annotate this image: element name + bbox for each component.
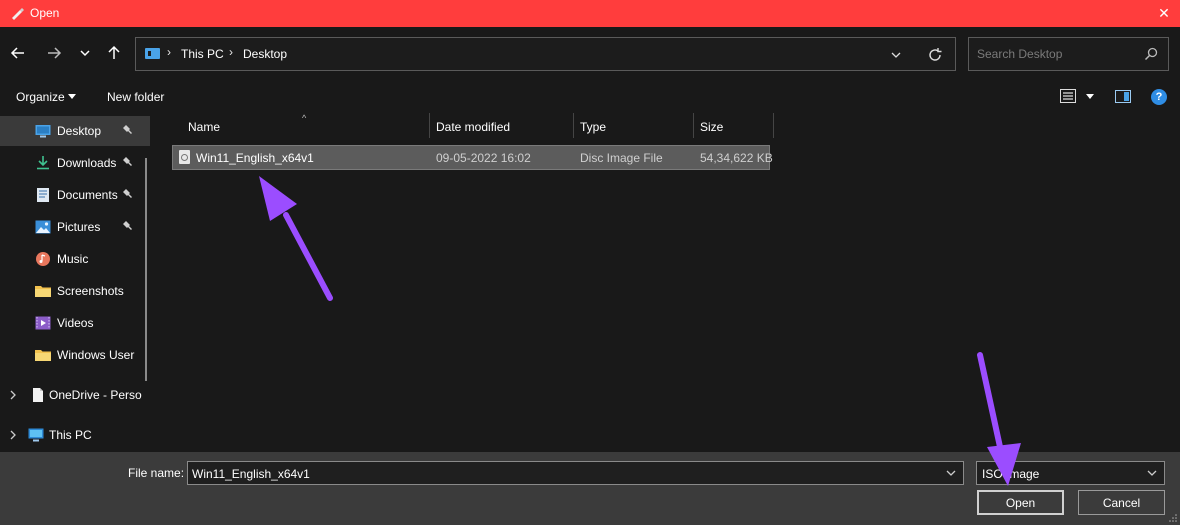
chevron-down-icon: [80, 50, 90, 57]
file-row[interactable]: Win11_English_x64v1 09-05-2022 16:02 Dis…: [172, 145, 773, 170]
sidebar-item-downloads[interactable]: Downloads: [0, 148, 150, 178]
document-icon: [37, 188, 49, 202]
back-button[interactable]: [6, 41, 30, 65]
cancel-button[interactable]: Cancel: [1078, 490, 1165, 515]
onedrive-icon: [33, 388, 43, 402]
sidebar-item-windows-user[interactable]: Windows User: [0, 340, 150, 370]
window-title: Open: [30, 6, 60, 20]
column-header-type[interactable]: Type: [580, 120, 606, 134]
search-box[interactable]: [968, 37, 1169, 71]
caret-down-icon[interactable]: [1086, 94, 1094, 99]
open-button[interactable]: Open: [977, 490, 1064, 515]
organize-button[interactable]: Organize: [16, 90, 65, 104]
chevron-down-icon[interactable]: [888, 47, 904, 63]
sidebar-item-label: Downloads: [57, 156, 117, 170]
pin-icon[interactable]: [122, 124, 134, 136]
chevron-down-icon: [1147, 470, 1157, 476]
sidebar-item-screenshots[interactable]: Screenshots: [0, 276, 150, 306]
app-icon: [12, 8, 24, 20]
file-size: 54,34,622 KB: [700, 151, 773, 165]
sidebar-item-pictures[interactable]: Pictures: [0, 212, 150, 242]
video-icon: [35, 316, 51, 330]
arrow-right-icon: [48, 47, 62, 59]
column-divider[interactable]: [573, 113, 574, 138]
file-type: Disc Image File: [580, 151, 663, 165]
file-type-select[interactable]: ISO Image: [976, 461, 1165, 485]
sidebar-item-this-pc[interactable]: This PC: [0, 420, 150, 450]
forward-button[interactable]: [42, 41, 66, 65]
search-input[interactable]: [969, 38, 1139, 70]
sort-ascending-icon: ^: [302, 113, 307, 123]
new-folder-button[interactable]: New folder: [107, 90, 164, 104]
sidebar-scrollbar[interactable]: [145, 158, 147, 381]
column-divider[interactable]: [429, 113, 430, 138]
column-header-name[interactable]: Name: [188, 120, 220, 134]
pin-icon[interactable]: [122, 188, 134, 200]
sidebar-item-videos[interactable]: Videos: [0, 308, 150, 338]
sidebar-item-label: This PC: [49, 428, 92, 442]
file-type-value: ISO Image: [982, 467, 1040, 481]
folder-icon: [35, 286, 51, 297]
sidebar-item-label: Documents: [57, 188, 118, 202]
resize-grip-icon[interactable]: [1168, 513, 1178, 523]
desktop-icon: [35, 125, 51, 138]
sidebar-item-label: Desktop: [57, 124, 102, 138]
download-icon: [37, 156, 49, 170]
recent-locations-button[interactable]: [73, 41, 97, 65]
column-header-size[interactable]: Size: [700, 120, 723, 134]
dialog-footer: File name: Win11_English_x64v1 ISO Image…: [0, 452, 1180, 525]
sidebar-item-label: Videos: [57, 316, 94, 330]
chevron-right-icon[interactable]: [8, 389, 18, 401]
pc-icon: [145, 48, 160, 59]
sidebar-item-label: Windows User: [57, 348, 135, 362]
file-list: ^ Name Date modified Type Size Win11_Eng…: [158, 113, 1180, 452]
breadcrumb-desktop[interactable]: Desktop: [243, 47, 287, 61]
breadcrumb-this-pc[interactable]: This PC: [181, 47, 224, 61]
title-bar: Open ✕: [0, 0, 1180, 27]
sidebar-item-label: Pictures: [57, 220, 101, 234]
sidebar-item-onedrive[interactable]: OneDrive - Perso: [0, 380, 150, 410]
picture-icon: [35, 220, 51, 234]
command-bar: Organize New folder ?: [0, 81, 1180, 113]
column-divider[interactable]: [693, 113, 694, 138]
pin-icon[interactable]: [122, 220, 134, 232]
chevron-right-icon: ›: [167, 45, 171, 59]
navigation-bar: › This PC › Desktop: [0, 27, 1180, 81]
caret-down-icon: [68, 94, 76, 99]
up-button[interactable]: [102, 41, 126, 65]
pc-icon: [28, 428, 44, 442]
file-name-value: Win11_English_x64v1: [192, 467, 310, 481]
file-name: Win11_English_x64v1: [196, 151, 314, 165]
chevron-down-icon[interactable]: [945, 467, 957, 479]
file-date-modified: 09-05-2022 16:02: [436, 151, 531, 165]
refresh-icon[interactable]: [926, 46, 944, 64]
arrow-left-icon: [10, 47, 24, 59]
file-name-label: File name:: [128, 466, 185, 480]
music-icon: [36, 252, 50, 266]
preview-pane-icon[interactable]: [1115, 90, 1131, 103]
sidebar-item-label: OneDrive - Perso: [49, 388, 142, 402]
help-icon[interactable]: ?: [1151, 89, 1167, 105]
disc-image-icon: [179, 150, 190, 164]
view-options-icon[interactable]: [1060, 89, 1076, 103]
sidebar-item-music[interactable]: Music: [0, 244, 150, 274]
sidebar-item-desktop[interactable]: Desktop: [0, 116, 150, 146]
file-name-field[interactable]: Win11_English_x64v1: [187, 461, 964, 485]
folder-icon: [35, 350, 51, 361]
sidebar-item-label: Screenshots: [57, 284, 124, 298]
pin-icon[interactable]: [122, 156, 134, 168]
column-header-date-modified[interactable]: Date modified: [436, 120, 510, 134]
address-bar[interactable]: › This PC › Desktop: [135, 37, 956, 71]
column-divider[interactable]: [773, 113, 774, 138]
close-icon[interactable]: ✕: [1154, 3, 1174, 23]
sidebar-item-documents[interactable]: Documents: [0, 180, 150, 210]
chevron-right-icon[interactable]: [8, 429, 18, 441]
search-icon[interactable]: [1144, 47, 1158, 61]
sidebar-item-label: Music: [57, 252, 89, 266]
arrow-up-icon: [108, 45, 120, 59]
navigation-pane: Desktop Downloads Documents Pictures Mus…: [0, 113, 158, 452]
chevron-right-icon: ›: [229, 45, 233, 59]
